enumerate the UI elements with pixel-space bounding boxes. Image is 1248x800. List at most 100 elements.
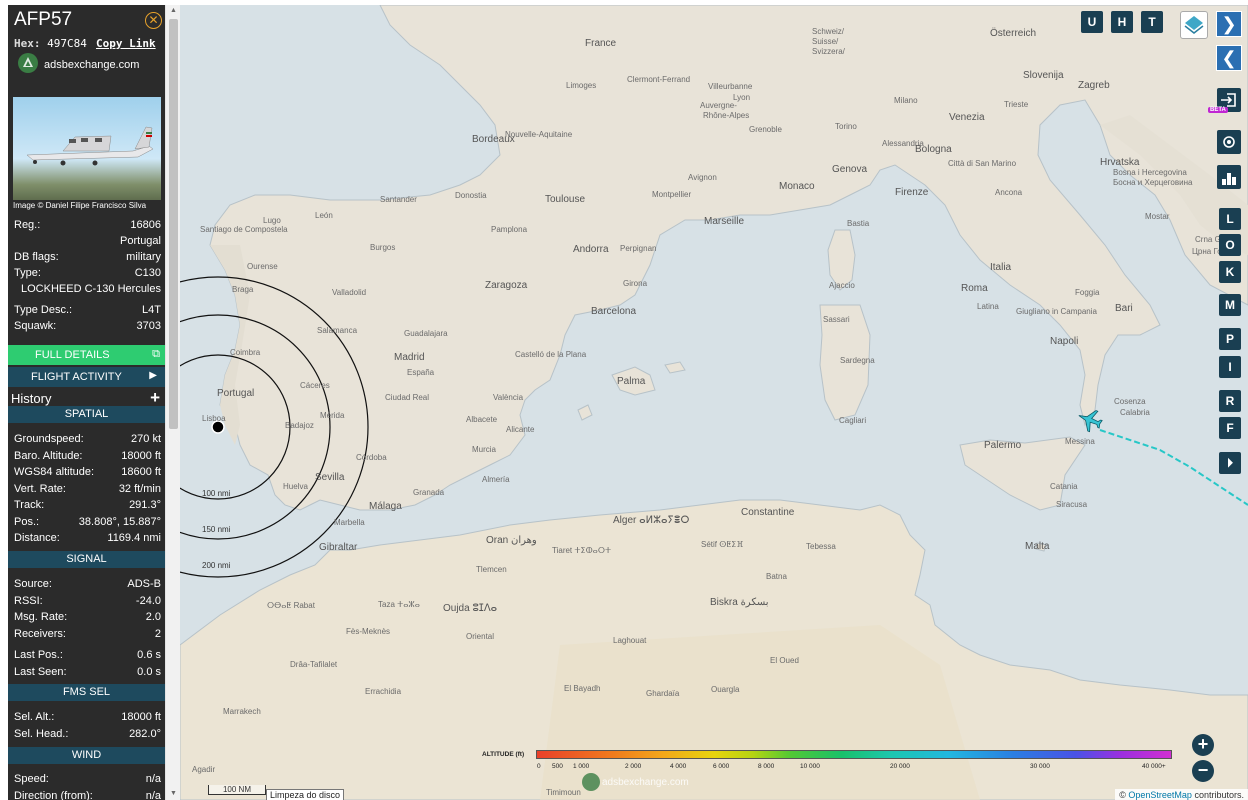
copy-link[interactable]: Copy Link	[96, 37, 156, 50]
place-label-perpignan: Perpignan	[620, 244, 657, 253]
place-label-murcia: Murcia	[472, 445, 497, 454]
flight-activity-button[interactable]: FLIGHT ACTIVITY ▶	[8, 367, 165, 387]
adsbexchange-link[interactable]: adsbexchange.com	[44, 59, 139, 71]
altitude-tick: 1 000	[573, 763, 590, 770]
altitude-tick: 8 000	[758, 763, 775, 770]
toggle-k-button[interactable]: K	[1219, 261, 1241, 283]
beta-badge: BETA	[1208, 107, 1228, 113]
attribution-prefix: ©	[1119, 790, 1126, 800]
place-label-tiaret: Tiaret ⵜⵉⵀⴰⵔⵜ	[552, 546, 612, 555]
spatial-header[interactable]: SPATIAL	[8, 406, 165, 423]
place-label-granada: Granada	[413, 488, 445, 497]
signal-row-label: Last Seen:	[14, 665, 67, 678]
flight-activity-label: FLIGHT ACTIVITY	[31, 371, 122, 383]
fms-row-value: 282.0°	[129, 727, 161, 740]
close-icon[interactable]: ✕	[145, 12, 162, 29]
place-label-coimbra: Coimbra	[230, 348, 261, 357]
spatial-row-label: Pos.:	[14, 515, 40, 528]
next-panel-button[interactable]: ❯	[1216, 11, 1242, 37]
sahara-shading	[540, 625, 980, 800]
scroll-down-icon[interactable]: ▼	[166, 788, 181, 800]
spatial-row-value: 291.3°	[129, 499, 161, 511]
place-label-osterreich: Österreich	[990, 28, 1037, 39]
fms-row: Sel. Alt.: 18000 ft	[14, 711, 161, 725]
signal-row-label: Msg. Rate:	[14, 611, 68, 623]
place-label-france: France	[585, 38, 617, 49]
place-label-malta: Malta	[1025, 541, 1050, 552]
expand-history-icon[interactable]: +	[150, 388, 160, 408]
squawk-label: Squawk:	[14, 320, 57, 332]
toggle-r-button[interactable]: R	[1219, 390, 1241, 412]
place-label-sardegna: Sardegna	[840, 356, 875, 365]
place-label-svizzera: Svizzera/	[812, 47, 845, 56]
watermark-text: adsbexchange.com	[602, 777, 689, 788]
toggle-o-button[interactable]: O	[1219, 234, 1241, 256]
history-heading[interactable]: History	[11, 391, 51, 406]
zoom-out-button[interactable]: −	[1192, 760, 1214, 782]
spatial-row: WGS84 altitude: 18600 ft	[14, 466, 161, 480]
place-label-grenoble: Grenoble	[749, 125, 782, 134]
ring-label-200: 200 nmi	[202, 561, 231, 570]
fms-row: Sel. Head.: 282.0°	[14, 728, 161, 742]
place-label-oriental: Oriental	[466, 632, 495, 641]
tooltip: Limpeza do disco	[266, 789, 345, 800]
toggle-m-button[interactable]: M	[1219, 294, 1241, 316]
map-view[interactable]: France Schweiz/Suisse/Svizzera/Österreich…	[180, 5, 1248, 800]
toggle-i-button[interactable]: I	[1219, 356, 1241, 378]
place-label-espana: España	[407, 368, 435, 377]
scrollbar-thumb[interactable]	[169, 19, 178, 429]
map-attribution: © OpenStreetMap contributors.	[1115, 789, 1248, 800]
place-label-badajoz: Badajoz	[285, 421, 314, 430]
zoom-in-button[interactable]: +	[1192, 734, 1214, 756]
squawk-value: 3703	[136, 320, 161, 332]
place-label-elbayadh: El Bayadh	[564, 684, 601, 693]
toggle-l-button[interactable]: L	[1219, 208, 1241, 230]
place-label-valladolid: Valladolid	[332, 288, 367, 297]
place-label-salamanca: Salamanca	[317, 326, 358, 335]
toggle-h-button[interactable]: H	[1111, 11, 1133, 33]
altitude-tick: 4 000	[670, 763, 687, 770]
settings-button[interactable]	[1217, 130, 1241, 154]
spatial-row-label: Baro. Altitude:	[14, 449, 83, 462]
signal-row: Last Pos.: 0.6 s	[14, 649, 161, 663]
toggle-t-button[interactable]: T	[1141, 11, 1163, 33]
place-label-setif: Sétif ⵙⵟⵉⴼ	[701, 540, 744, 549]
stats-button[interactable]	[1217, 165, 1241, 189]
external-link-icon: ⧉	[152, 348, 160, 360]
place-label-palermo: Palermo	[984, 440, 1022, 451]
app-window: AFP57 ✕ Hex: 497C84 Copy Link adsbexchan…	[0, 0, 1248, 800]
hex-line: Hex: 497C84	[14, 37, 87, 50]
place-label-milano: Milano	[894, 96, 918, 105]
adsbexchange-logo-icon[interactable]	[18, 53, 38, 73]
scroll-up-icon[interactable]: ▲	[166, 5, 181, 17]
fms-header[interactable]: FMS SEL	[8, 684, 165, 701]
signal-header[interactable]: SIGNAL	[8, 551, 165, 568]
place-label-castellon: Castelló de la Plana	[515, 350, 587, 359]
replay-icon[interactable]: ⏵	[1219, 452, 1241, 474]
sidebar-scrollbar[interactable]: ▲ ▼	[165, 5, 180, 800]
layers-icon	[1184, 16, 1204, 34]
prev-panel-button[interactable]: ❮	[1216, 45, 1242, 71]
place-label-catania: Catania	[1050, 482, 1078, 491]
signal-row: Source: ADS-B	[14, 578, 161, 592]
toggle-f-button[interactable]: F	[1219, 417, 1241, 439]
osm-link[interactable]: OpenStreetMap	[1128, 790, 1192, 800]
dbflags-value: military	[126, 251, 161, 263]
callsign: AFP57	[14, 9, 73, 30]
full-details-button[interactable]: FULL DETAILS ⧉	[8, 345, 165, 365]
toggle-u-button[interactable]: U	[1081, 11, 1103, 33]
signal-row: RSSI: -24.0	[14, 595, 161, 609]
place-label-ancona: Ancona	[995, 188, 1023, 197]
aircraft-photo[interactable]	[13, 97, 161, 200]
place-label-cagliari: Cagliari	[839, 416, 867, 425]
spatial-row: Distance: 1169.4 nmi	[14, 532, 161, 546]
wind-header[interactable]: WIND	[8, 747, 165, 764]
signal-row-label: RSSI:	[14, 594, 43, 607]
dbflags-label: DB flags:	[14, 251, 59, 263]
place-label-girona: Girona	[623, 279, 648, 288]
place-label-firenze: Firenze	[895, 187, 929, 198]
place-label-malaga: Málaga	[369, 501, 402, 512]
toggle-p-button[interactable]: P	[1219, 328, 1241, 350]
layers-button[interactable]	[1180, 11, 1208, 39]
spatial-row: Vert. Rate: 32 ft/min	[14, 483, 161, 497]
